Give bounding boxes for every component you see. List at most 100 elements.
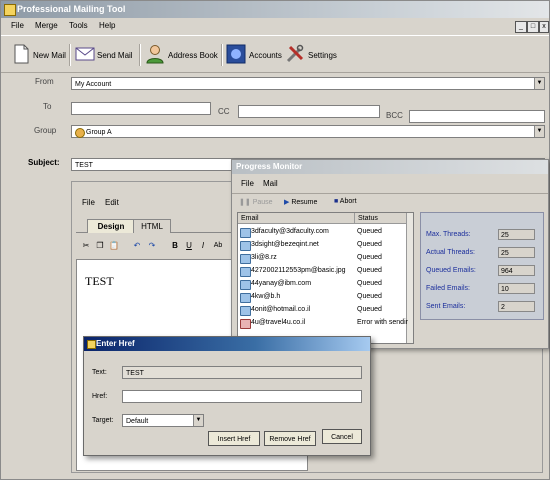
target-dropdown[interactable]: Default ▼ (122, 414, 204, 427)
person-icon (146, 45, 164, 64)
table-row[interactable]: 4u@travel4u.co.il Error with sendir (238, 317, 408, 329)
minimize-button[interactable]: _ (515, 21, 527, 33)
href-field[interactable] (122, 390, 362, 403)
cc-field[interactable] (238, 105, 380, 118)
title-bar: Professional Mailing Tool (1, 1, 549, 18)
pm-menu-file[interactable]: File (241, 179, 254, 188)
mail-icon (240, 293, 251, 303)
table-row[interactable]: 4272002112553pm@basic.jpg Queued (238, 265, 408, 277)
error-mail-icon (240, 319, 251, 329)
table-row[interactable]: 3li@8.rz Queued (238, 252, 408, 264)
dialog-icon (87, 340, 96, 349)
mail-icon (240, 254, 251, 264)
close-button[interactable]: x (539, 21, 549, 33)
table-row[interactable]: 3dfaculty@3dfaculty.com Queued (238, 226, 408, 238)
menu-file[interactable]: File (11, 21, 24, 30)
copy-icon[interactable]: ❐ (94, 240, 106, 252)
underline-button[interactable]: U (183, 240, 195, 252)
tab-design[interactable]: Design (87, 219, 135, 233)
cancel-button[interactable]: Cancel (322, 429, 362, 444)
editor-menu-edit[interactable]: Edit (105, 198, 119, 207)
dialog-title: Enter Href (96, 339, 135, 348)
menu-help[interactable]: Help (99, 21, 115, 30)
toolbar-separator (221, 44, 223, 66)
address-book-button[interactable]: Address Book (145, 44, 218, 66)
from-dropdown[interactable]: My Account ▼ (71, 77, 545, 90)
menu-bar: File Merge Tools Help _ □ x (1, 18, 549, 34)
group-icon (75, 128, 85, 138)
accounts-icon (226, 44, 246, 64)
row-email: 4onit@hotmail.co.il (251, 306, 311, 313)
actual-threads-label: Actual Threads: (426, 249, 475, 256)
group-dropdown[interactable]: Group A ▼ (71, 125, 545, 138)
menu-tools[interactable]: Tools (69, 21, 88, 30)
editor-content: TEST (85, 274, 114, 288)
to-field[interactable] (71, 102, 211, 115)
actual-threads-value: 25 (498, 247, 535, 258)
cut-icon[interactable]: ✂ (80, 240, 92, 252)
enter-href-dialog: Enter Href Text: TEST Href: Target: Defa… (83, 336, 371, 456)
maximize-button[interactable]: □ (527, 21, 539, 33)
from-value: My Account (75, 81, 112, 88)
insert-href-button[interactable]: Insert Href (208, 431, 260, 446)
mail-icon (240, 267, 251, 277)
table-row[interactable]: 44yanay@ibm.com Queued (238, 278, 408, 290)
text-value: TEST (126, 370, 144, 377)
new-mail-button[interactable]: New Mail (11, 44, 69, 66)
window-title: Professional Mailing Tool (17, 4, 126, 14)
accounts-label: Accounts (249, 51, 282, 60)
pause-button[interactable]: ❚❚ Pause (239, 198, 273, 206)
tab-html[interactable]: HTML (133, 219, 171, 233)
row-email: 3dfaculty@3dfaculty.com (251, 228, 329, 235)
row-email: 44yanay@ibm.com (251, 280, 312, 287)
main-window: Professional Mailing Tool File Merge Too… (0, 0, 550, 480)
table-row[interactable]: 4kw@b.h Queued (238, 291, 408, 303)
bcc-field[interactable] (409, 110, 545, 123)
tools-icon (286, 44, 304, 63)
settings-button[interactable]: Settings (285, 44, 337, 66)
editor-menu-file[interactable]: File (82, 198, 95, 207)
row-status: Queued (357, 306, 382, 313)
row-status: Error with sendir (357, 319, 408, 326)
remove-href-button[interactable]: Remove Href (264, 431, 316, 446)
send-mail-button[interactable]: Send Mail (75, 44, 133, 66)
redo-icon[interactable]: ↷ (146, 240, 158, 252)
main-toolbar: New Mail Send Mail Address Book Accounts… (1, 35, 549, 73)
abort-button[interactable]: ■ Abort (334, 198, 357, 205)
new-document-icon (14, 44, 29, 64)
target-label: Target: (92, 417, 114, 424)
row-email: 4kw@b.h (251, 293, 281, 300)
chevron-down-icon: ▼ (193, 415, 203, 426)
menu-merge[interactable]: Merge (35, 21, 58, 30)
failed-emails-value: 10 (498, 283, 535, 294)
table-row[interactable]: 3dsight@bezeqint.net Queued (238, 239, 408, 251)
target-value: Default (126, 418, 149, 425)
column-header-email[interactable]: Email (238, 213, 355, 224)
progress-monitor-title-bar: Progress Monitor (232, 160, 548, 174)
pm-divider (232, 193, 548, 194)
row-status: Queued (357, 280, 382, 287)
chevron-down-icon: ▼ (534, 78, 544, 89)
text-field[interactable]: TEST (122, 366, 362, 379)
from-label: From (35, 77, 54, 86)
pm-menu-mail[interactable]: Mail (263, 179, 278, 188)
paste-icon[interactable]: 📋 (108, 240, 120, 252)
row-status: Queued (357, 228, 382, 235)
progress-monitor-title: Progress Monitor (236, 162, 303, 171)
text-label: Text: (92, 369, 107, 376)
app-icon (4, 4, 16, 16)
chevron-down-icon: ▼ (534, 126, 544, 137)
resume-label: Resume (291, 199, 318, 206)
italic-button[interactable]: I (197, 240, 209, 252)
email-grid[interactable]: Email Status 3dfaculty@3dfaculty.com Queu… (237, 212, 414, 344)
column-header-status[interactable]: Status (355, 213, 408, 224)
undo-icon[interactable]: ↶ (131, 240, 143, 252)
new-mail-label: New Mail (33, 51, 66, 60)
table-row[interactable]: 4onit@hotmail.co.il Queued (238, 304, 408, 316)
row-email: 3dsight@bezeqint.net (251, 241, 319, 248)
resume-button[interactable]: ▶ Resume (284, 198, 317, 206)
font-color-button[interactable]: Ab (211, 240, 225, 252)
bold-button[interactable]: B (169, 240, 181, 252)
accounts-button[interactable]: Accounts (226, 44, 282, 66)
row-status: Queued (357, 241, 382, 248)
